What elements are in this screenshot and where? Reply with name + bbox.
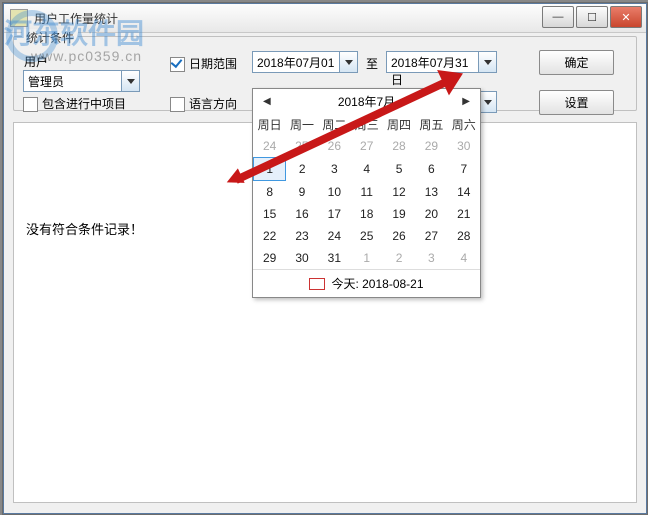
calendar-prev-button[interactable]: ◀ [261,94,273,109]
checkbox-icon [170,57,185,72]
calendar-day-cell[interactable]: 28 [383,135,415,158]
user-combo-value: 管理员 [24,71,121,91]
titlebar: 用户工作量统计 — ☐ ✕ [4,4,646,33]
groupbox-legend: 统计条件 [22,29,78,46]
calendar-day-cell[interactable]: 27 [351,135,383,158]
calendar-day-cell[interactable]: 7 [448,158,480,181]
user-label: 用户 [24,53,48,70]
to-label: 至 [366,55,378,72]
maximize-button[interactable]: ☐ [576,6,608,28]
calendar-day-cell[interactable]: 6 [415,158,447,181]
calendar-grid: 周日周一周二周三周四周五周六 2425262728293012345678910… [253,114,480,269]
user-combo[interactable]: 管理员 [23,70,140,92]
calendar-next-button[interactable]: ▶ [460,94,472,109]
minimize-button[interactable]: — [542,6,574,28]
language-direction-label: 语言方向 [189,97,237,111]
date-from-field[interactable]: 2018年07月01 [252,51,358,73]
today-marker-icon [309,278,325,290]
settings-button-label: 设置 [564,94,588,111]
calendar-dow-header: 周四 [383,114,415,135]
language-direction-checkbox[interactable]: 语言方向 [170,95,237,112]
include-ongoing-checkbox[interactable]: 包含进行中项目 [23,95,126,112]
ok-button[interactable]: 确定 [539,50,614,75]
calendar-day-cell[interactable]: 13 [415,181,447,204]
calendar-day-cell[interactable]: 27 [415,225,447,247]
calendar-day-cell[interactable]: 28 [448,225,480,247]
window-title: 用户工作量统计 [34,10,118,27]
calendar-day-cell[interactable]: 30 [286,247,318,269]
date-from-value: 2018年07月01 [253,52,339,72]
calendar-day-cell[interactable]: 4 [351,158,383,181]
app-window: 用户工作量统计 — ☐ ✕ 河东软件园 www.pc0359.cn 统计条件 用… [3,3,647,514]
calendar-day-cell[interactable]: 22 [254,225,286,247]
calendar-day-cell[interactable]: 1 [351,247,383,269]
date-range-label: 日期范围 [189,57,237,71]
calendar-day-cell[interactable]: 31 [318,247,350,269]
calendar-day-cell[interactable]: 29 [415,135,447,158]
app-icon [10,9,28,27]
calendar-day-cell[interactable]: 26 [383,225,415,247]
calendar-day-cell[interactable]: 25 [351,225,383,247]
close-button[interactable]: ✕ [610,6,642,28]
calendar-dow-header: 周六 [448,114,480,135]
calendar-day-cell[interactable]: 2 [286,158,318,181]
chevron-down-icon[interactable] [121,71,139,91]
date-range-checkbox[interactable]: 日期范围 [170,55,237,72]
calendar-day-cell[interactable]: 29 [254,247,286,269]
calendar-dow-header: 周一 [286,114,318,135]
checkbox-icon [23,97,38,112]
calendar-day-cell[interactable]: 3 [318,158,350,181]
include-ongoing-label: 包含进行中项目 [42,97,126,111]
calendar-day-cell[interactable]: 14 [448,181,480,204]
calendar-day-cell[interactable]: 11 [351,181,383,204]
settings-button[interactable]: 设置 [539,90,614,115]
calendar-day-cell[interactable]: 18 [351,203,383,225]
calendar-today-label: 今天: 2018-08-21 [331,275,423,292]
calendar-day-cell[interactable]: 2 [383,247,415,269]
calendar-day-cell[interactable]: 3 [415,247,447,269]
calendar-dow-header: 周日 [254,114,286,135]
checkbox-icon [170,97,185,112]
ok-button-label: 确定 [564,54,588,71]
calendar-day-cell[interactable]: 8 [254,181,286,204]
calendar-day-cell[interactable]: 16 [286,203,318,225]
calendar-day-cell[interactable]: 19 [383,203,415,225]
chevron-down-icon[interactable] [478,52,496,72]
calendar-dow-header: 周五 [415,114,447,135]
calendar-day-cell[interactable]: 24 [318,225,350,247]
date-to-value: 2018年07月31日 [387,52,478,72]
calendar-day-cell[interactable]: 4 [448,247,480,269]
chevron-down-icon[interactable] [339,52,357,72]
calendar-day-cell[interactable]: 20 [415,203,447,225]
calendar-day-cell[interactable]: 21 [448,203,480,225]
calendar-day-cell[interactable]: 9 [286,181,318,204]
calendar-day-cell[interactable]: 17 [318,203,350,225]
calendar-day-cell[interactable]: 12 [383,181,415,204]
calendar-day-cell[interactable]: 5 [383,158,415,181]
calendar-day-cell[interactable]: 23 [286,225,318,247]
calendar-today-row[interactable]: 今天: 2018-08-21 [253,269,480,297]
calendar-day-cell[interactable]: 10 [318,181,350,204]
calendar-day-cell[interactable]: 15 [254,203,286,225]
calendar-day-cell[interactable]: 30 [448,135,480,158]
